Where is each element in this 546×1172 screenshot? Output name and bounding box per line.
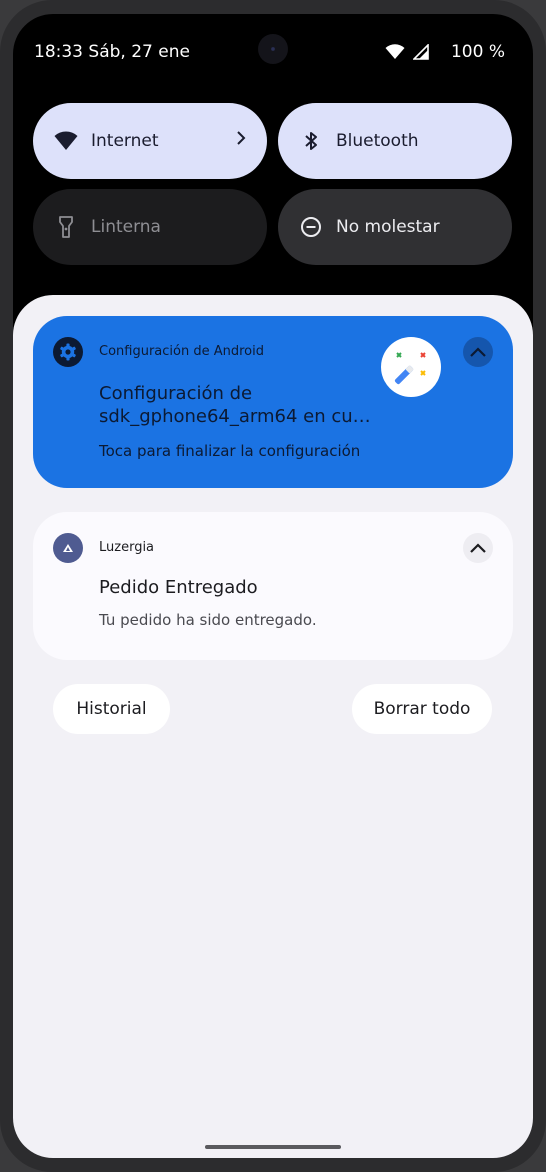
history-button[interactable]: Historial [53,684,170,734]
status-icons: 100 % [385,42,505,62]
notification-title: Configuración de sdk_gphone64_arm64 en c… [99,383,371,427]
flashlight-icon [53,214,79,240]
screen: 18:33 Sáb, 27 ene 100 % Internet Bluetoo… [13,14,533,1158]
tile-internet-label: Internet [91,131,159,151]
setup-wand-icon [381,337,441,397]
tile-flashlight-label: Linterna [91,217,161,237]
home-indicator[interactable] [205,1145,341,1149]
status-clock: 18:33 Sáb, 27 ene [34,42,190,62]
collapse-notification-button[interactable] [463,337,493,367]
status-time: 18:33 [34,42,83,62]
wifi-icon [53,128,79,154]
status-date: Sáb, 27 ene [88,42,190,62]
clear-all-button[interactable]: Borrar todo [352,684,492,734]
notification-luzergia[interactable]: Luzergia Pedido Entregado Tu pedido ha s… [33,512,513,660]
device-frame: 18:33 Sáb, 27 ene 100 % Internet Bluetoo… [0,0,546,1172]
chevron-right-icon [235,129,247,151]
notification-shade: Configuración de Android Configuración d… [13,295,533,1158]
app-logo-icon [53,533,83,563]
tile-bluetooth-label: Bluetooth [336,131,419,151]
tile-do-not-disturb[interactable]: No molestar [278,189,512,265]
notification-body: Tu pedido ha sido entregado. [99,611,317,629]
tile-do-not-disturb-label: No molestar [336,217,440,237]
gear-icon [53,337,83,367]
bluetooth-icon [298,128,324,154]
notification-app-name: Luzergia [99,540,155,555]
collapse-notification-button[interactable] [463,533,493,563]
battery-level: 100 % [450,42,505,62]
do-not-disturb-icon [298,214,324,240]
wifi-icon [385,44,405,60]
tile-internet[interactable]: Internet [33,103,267,179]
status-bar: 18:33 Sáb, 27 ene 100 % [13,40,533,66]
tile-flashlight[interactable]: Linterna [33,189,267,265]
notification-body: Toca para finalizar la configuración [99,442,361,460]
tile-bluetooth[interactable]: Bluetooth [278,103,512,179]
notification-app-name: Configuración de Android [99,344,264,359]
notification-title: Pedido Entregado [99,577,258,598]
notification-android-setup[interactable]: Configuración de Android Configuración d… [33,316,513,488]
cellular-signal-icon [412,44,429,60]
